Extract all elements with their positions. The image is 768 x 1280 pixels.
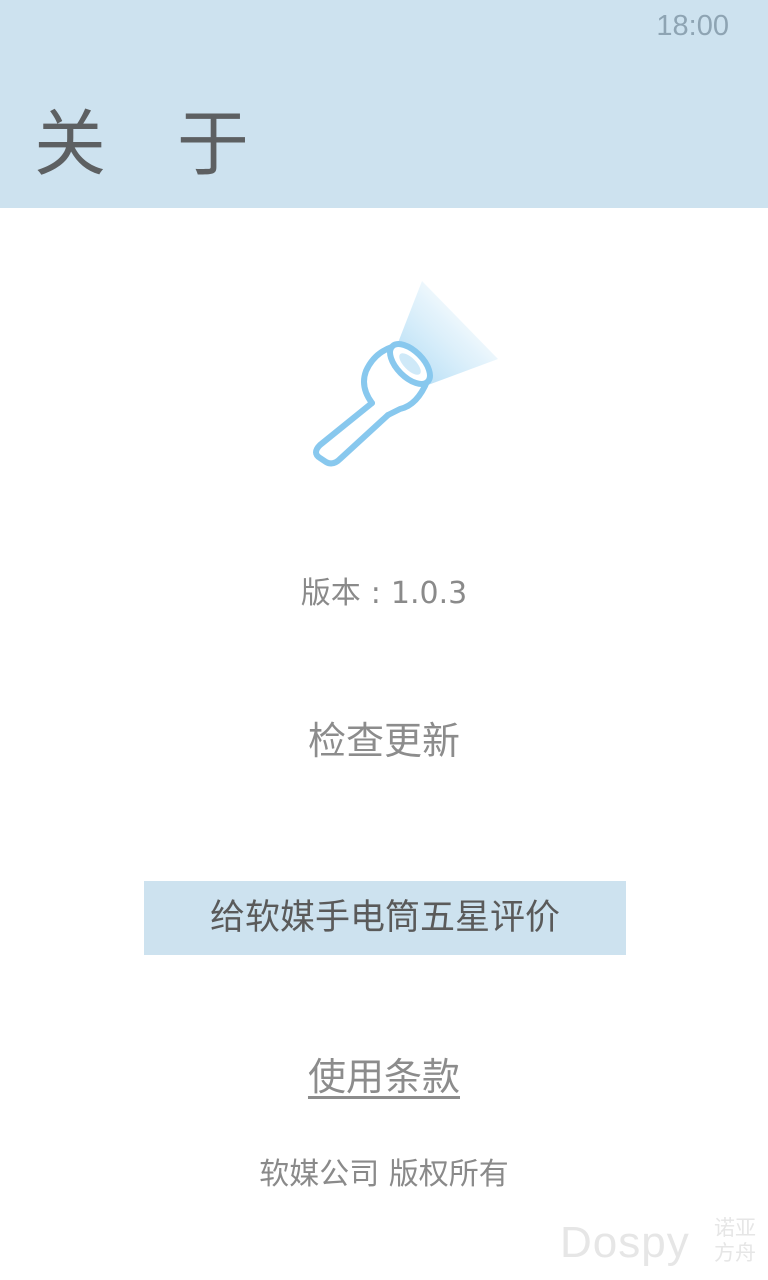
terms-of-use-label[interactable]: 使用条款 (308, 1055, 460, 1099)
version-number: 1.0.3 (390, 576, 468, 611)
copyright-text: 软媒公司 版权所有 (259, 1157, 509, 1192)
watermark-side-text: 诺亚 方舟 (714, 1216, 760, 1266)
version-separator: : (370, 576, 381, 611)
dospy-watermark: Dospy 诺亚 方舟 (560, 1216, 760, 1272)
page-title: 关 于 (34, 102, 273, 186)
watermark-side-line2: 方舟 (714, 1241, 756, 1265)
rate-five-stars-button[interactable]: 给软媒手电筒五星评价 (144, 881, 626, 955)
terms-of-use-link[interactable]: 使用条款 (0, 1048, 768, 1106)
version-label: 版本 (300, 576, 361, 611)
check-update-button[interactable]: 检查更新 (0, 712, 768, 770)
app-header: 18:00 关 于 (0, 0, 768, 208)
watermark-main-text: Dospy (560, 1218, 690, 1267)
watermark-side-line1: 诺亚 (714, 1216, 756, 1240)
version-info: 版本:1.0.3 (0, 572, 768, 616)
flashlight-icon (300, 275, 510, 475)
status-bar-clock: 18:00 (656, 10, 729, 42)
